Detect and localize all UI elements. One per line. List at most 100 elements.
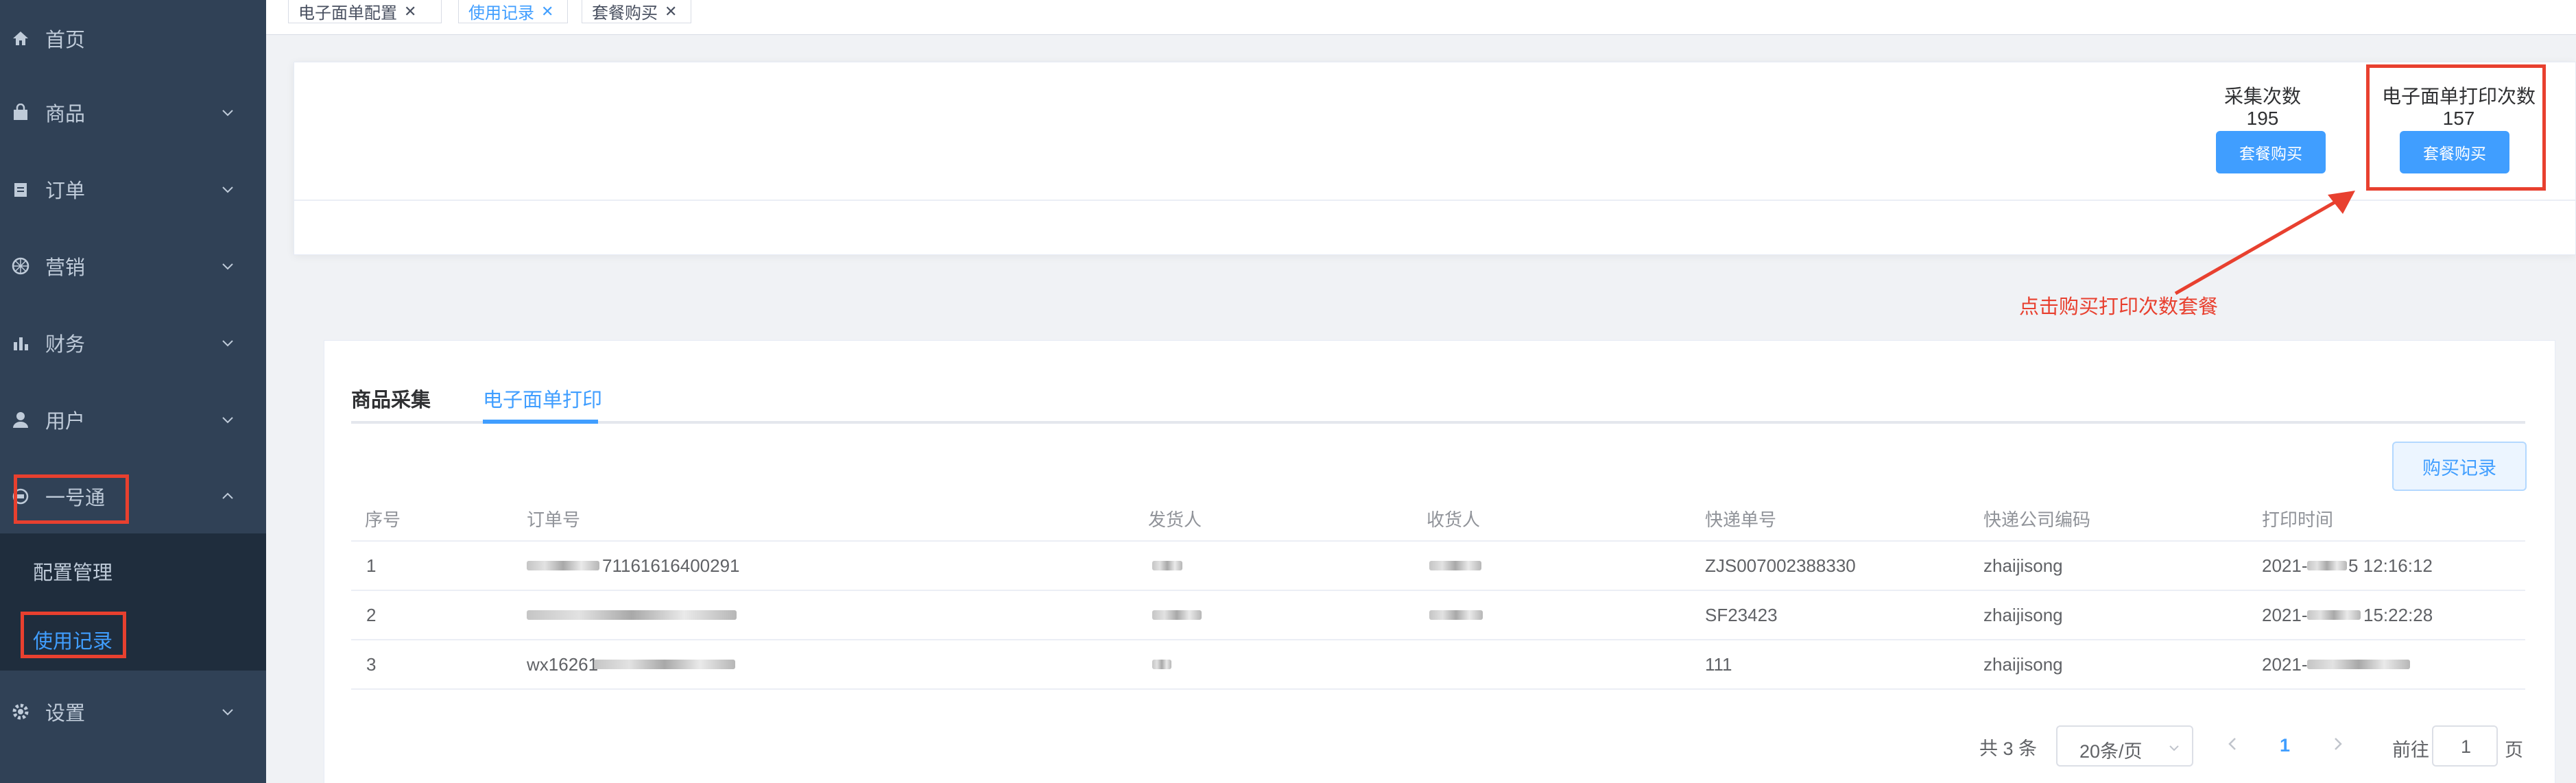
chevron-down-icon xyxy=(222,110,233,117)
chevron-down-icon xyxy=(222,340,233,347)
column-header-print-time: 打印时间 xyxy=(2262,509,2334,530)
page-size-select[interactable]: 20条/页 xyxy=(2056,725,2193,767)
row-divider xyxy=(351,688,2525,690)
highlight-box-yihaotong xyxy=(14,474,129,524)
column-header-order-no: 订单号 xyxy=(527,509,581,530)
row-divider xyxy=(351,639,2525,640)
buy-collect-package-button[interactable]: 套餐购买 xyxy=(2216,131,2326,173)
tag-eorder-config[interactable]: 电子面单配置 ✕ xyxy=(288,0,442,23)
close-icon[interactable]: ✕ xyxy=(541,3,553,21)
sidebar-item-label: 用户 xyxy=(45,411,86,433)
tags-view: 电子面单配置 ✕ 使用记录 ✕ 套餐购买 ✕ xyxy=(266,0,2576,35)
blurred-sender xyxy=(1152,610,1202,620)
cell-tracking-no: SF23423 xyxy=(1705,605,1778,625)
goto-page-input[interactable]: 1 xyxy=(2432,725,2498,767)
close-icon[interactable]: ✕ xyxy=(404,3,416,21)
blurred-sender xyxy=(1152,561,1182,570)
close-icon[interactable]: ✕ xyxy=(665,3,677,21)
chevron-down-icon xyxy=(2169,745,2179,751)
marketing-icon xyxy=(10,255,32,277)
clipboard-icon xyxy=(10,178,32,200)
tag-usage-records[interactable]: 使用记录 ✕ xyxy=(458,0,568,23)
goto-label: 前往 xyxy=(2392,740,2429,760)
sidebar-item-marketing[interactable]: 营销 xyxy=(0,228,266,304)
blurred-sender xyxy=(1152,660,1171,669)
column-header-sender: 发货人 xyxy=(1148,509,1202,530)
page-unit-label: 页 xyxy=(2505,740,2523,760)
tag-label: 套餐购买 xyxy=(592,4,658,23)
row-divider xyxy=(351,540,2525,542)
sidebar-item-label: 财务 xyxy=(45,334,86,356)
cell-print-time: 5 12:16:12 xyxy=(2348,555,2433,576)
chart-icon xyxy=(10,332,32,354)
home-icon xyxy=(10,27,32,49)
sidebar-item-label: 订单 xyxy=(45,180,86,202)
sidebar-item-users[interactable]: 用户 xyxy=(0,381,266,458)
blurred-order-prefix xyxy=(527,561,599,570)
sidebar-item-label: 营销 xyxy=(45,257,86,279)
column-header-tracking-no: 快递单号 xyxy=(1705,509,1777,530)
sidebar-item-settings[interactable]: 设置 xyxy=(0,673,266,750)
cell-courier-code: zhaijisong xyxy=(1983,605,2063,625)
highlight-box-usage-records xyxy=(21,612,126,658)
sidebar-item-label: 设置 xyxy=(45,703,86,725)
active-tab-indicator xyxy=(483,420,598,424)
cell-print-time-prefix: 2021- xyxy=(2262,605,2308,625)
cell-print-time-prefix: 2021- xyxy=(2262,555,2308,576)
annotation-arrow xyxy=(2174,191,2355,296)
cell-print-time: 15:22:28 xyxy=(2363,605,2433,625)
cell-no: 1 xyxy=(366,555,377,576)
bag-icon xyxy=(10,101,32,123)
row-divider xyxy=(351,590,2525,591)
cell-tracking-no: 111 xyxy=(1705,654,1732,675)
tag-label: 使用记录 xyxy=(468,4,534,23)
user-icon xyxy=(10,409,32,431)
sidebar-item-home[interactable]: 首页 xyxy=(0,0,266,77)
tag-package-purchase[interactable]: 套餐购买 ✕ xyxy=(582,0,691,23)
cell-no: 3 xyxy=(366,654,377,675)
tab-eorder-print[interactable]: 电子面单打印 xyxy=(483,384,602,413)
cell-order-no-prefix: wx16261 xyxy=(527,654,599,675)
column-header-receiver: 收货人 xyxy=(1427,509,1481,530)
tabs-underline xyxy=(351,421,2525,424)
sidebar-item-finance[interactable]: 财务 xyxy=(0,304,266,381)
cell-no: 2 xyxy=(366,605,377,625)
chevron-down-icon xyxy=(222,186,233,193)
column-header-no: 序号 xyxy=(365,509,401,530)
goto-page-value: 1 xyxy=(2461,736,2472,757)
current-page[interactable]: 1 xyxy=(2280,735,2290,756)
cell-tracking-no: ZJS007002388330 xyxy=(1705,555,1856,576)
sidebar-item-products[interactable]: 商品 xyxy=(0,74,266,151)
sidebar-item-label: 首页 xyxy=(45,29,86,51)
blurred-time xyxy=(2307,610,2361,620)
blurred-time xyxy=(2307,660,2410,669)
annotation-text: 点击购买打印次数套餐 xyxy=(2019,296,2219,318)
cell-print-time-prefix: 2021- xyxy=(2262,654,2308,675)
column-header-courier-code: 快递公司编码 xyxy=(1983,509,2091,530)
tag-label: 电子面单配置 xyxy=(298,4,397,23)
chevron-up-icon xyxy=(222,492,233,499)
page-size-value: 20条/页 xyxy=(2079,741,2143,762)
sidebar: 首页 商品 订单 营销 财务 用户 一号通 配置管理 使用记录 设置 xyxy=(0,0,266,783)
blurred-order-no xyxy=(527,610,737,620)
cell-courier-code: zhaijisong xyxy=(1983,555,2063,576)
gear-icon xyxy=(10,701,32,723)
next-page-icon[interactable] xyxy=(2332,736,2344,751)
blurred-order-no xyxy=(594,660,735,669)
chevron-down-icon xyxy=(222,263,233,270)
tab-product-collect[interactable]: 商品采集 xyxy=(351,384,431,413)
purchase-records-button[interactable]: 购买记录 xyxy=(2392,442,2527,491)
blurred-time xyxy=(2307,561,2347,570)
collect-count-label: 采集次数 xyxy=(2223,86,2301,107)
prev-page-icon[interactable] xyxy=(2226,736,2239,751)
chevron-down-icon xyxy=(222,417,233,424)
pagination-total: 共 3 条 xyxy=(1979,738,2038,759)
sidebar-item-orders[interactable]: 订单 xyxy=(0,151,266,228)
collect-count-value: 195 xyxy=(2246,108,2279,129)
cell-courier-code: zhaijisong xyxy=(1983,654,2063,675)
blurred-receiver xyxy=(1429,561,1481,570)
highlight-box-print-count xyxy=(2366,64,2546,191)
chevron-down-icon xyxy=(222,709,233,716)
submenu-item-config[interactable]: 配置管理 xyxy=(33,557,112,586)
collect-count: 采集次数 195 xyxy=(2201,86,2324,130)
